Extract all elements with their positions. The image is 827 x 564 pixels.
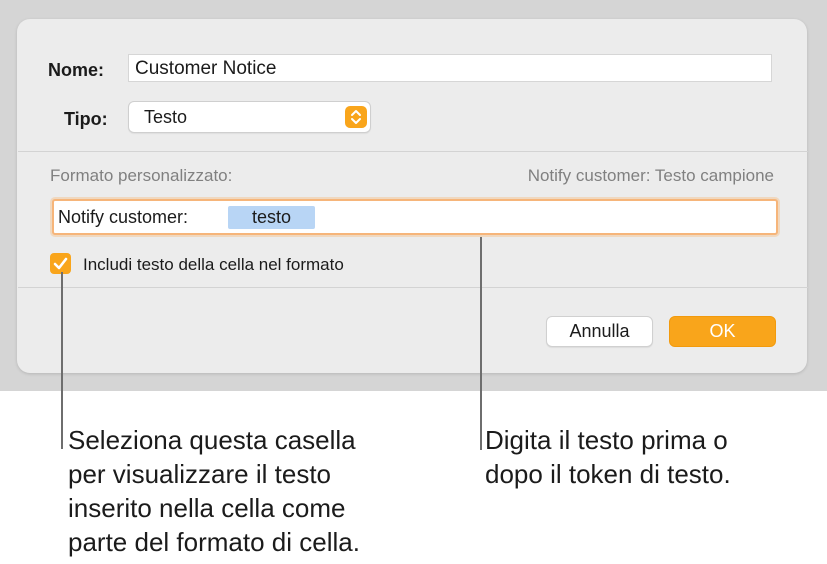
divider bbox=[18, 151, 808, 152]
type-select[interactable]: Testo bbox=[128, 101, 371, 133]
custom-format-label: Formato personalizzato: bbox=[50, 166, 233, 185]
callout-right: Digita il testo prima o dopo il token di… bbox=[485, 423, 815, 491]
include-cell-text-checkbox[interactable] bbox=[50, 253, 71, 274]
chevron-up-down-icon bbox=[345, 106, 367, 128]
type-label: Tipo: bbox=[64, 109, 108, 129]
callout-left: Seleziona questa casella per visualizzar… bbox=[68, 423, 428, 559]
type-select-value: Testo bbox=[144, 107, 188, 127]
cancel-button[interactable]: Annulla bbox=[546, 316, 653, 347]
ok-button[interactable]: OK bbox=[669, 316, 776, 347]
callout-right-line: dopo il token di testo. bbox=[485, 459, 731, 489]
checkmark-icon bbox=[53, 257, 68, 270]
callout-left-line: per visualizzare il testo bbox=[68, 459, 331, 489]
name-input[interactable]: Customer Notice bbox=[128, 54, 772, 82]
include-cell-text-label[interactable]: Includi testo della cella nel formato bbox=[83, 255, 344, 275]
name-label: Nome: bbox=[48, 60, 105, 80]
divider bbox=[18, 287, 808, 288]
text-token[interactable]: testo bbox=[228, 206, 315, 229]
format-sample-preview: Notify customer: Testo campione bbox=[527, 166, 774, 185]
callout-line-left bbox=[61, 272, 63, 449]
callout-left-line: inserito nella cella come bbox=[68, 493, 346, 523]
callout-right-line: Digita il testo prima o bbox=[485, 425, 728, 455]
custom-format-field[interactable]: Notify customer: testo bbox=[52, 199, 778, 235]
callout-left-line: parte del formato di cella. bbox=[68, 527, 360, 557]
callout-left-line: Seleziona questa casella bbox=[68, 425, 356, 455]
format-prefix-text[interactable]: Notify customer: bbox=[58, 207, 188, 228]
callout-line-right bbox=[480, 237, 482, 450]
